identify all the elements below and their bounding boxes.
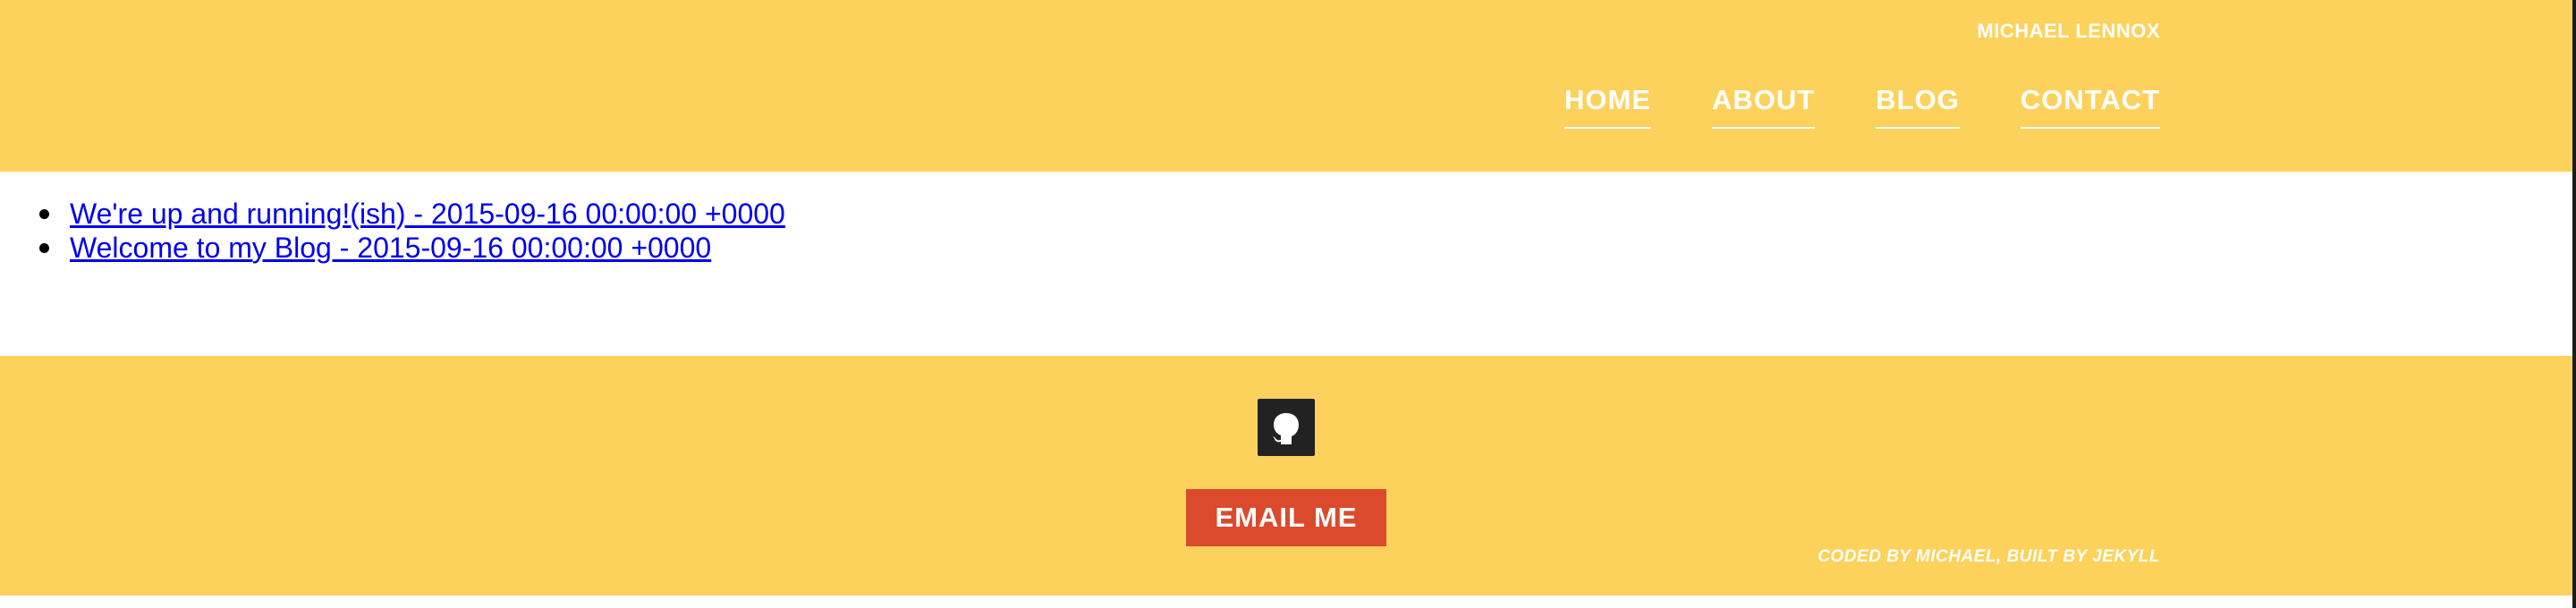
site-footer: EMAIL ME CODED BY MICHAEL, BUILT BY JEKY… (0, 356, 2572, 595)
bullet-icon (39, 208, 49, 219)
nav-contact-link[interactable]: CONTACT (2020, 82, 2160, 129)
bullet-icon (39, 242, 49, 253)
github-octocat-icon (1273, 413, 1299, 444)
footer-credits: CODED BY MICHAEL, BUILT BY JEKYLL (1818, 547, 2160, 566)
site-name[interactable]: MICHAEL LENNOX (1977, 20, 2160, 43)
nav-home-link[interactable]: HOME (1563, 82, 1651, 129)
post-link[interactable]: We're up and running!(ish) - 2015-09-16 … (70, 198, 785, 231)
list-item: Welcome to my Blog - 2015-09-16 00:00:00… (39, 231, 785, 265)
email-me-button[interactable]: EMAIL ME (1186, 489, 1386, 546)
main-nav: HOME ABOUT BLOG CONTACT (1563, 82, 2160, 129)
github-link[interactable] (1258, 399, 1315, 456)
post-list: We're up and running!(ish) - 2015-09-16 … (39, 197, 785, 265)
page: MICHAEL LENNOX HOME ABOUT BLOG CONTACT W… (0, 0, 2576, 608)
site-header: MICHAEL LENNOX HOME ABOUT BLOG CONTACT (0, 0, 2572, 172)
main-content: We're up and running!(ish) - 2015-09-16 … (0, 172, 2572, 356)
nav-about-link[interactable]: ABOUT (1711, 82, 1816, 129)
list-item: We're up and running!(ish) - 2015-09-16 … (39, 197, 785, 231)
bottom-divider (0, 595, 2572, 608)
post-link[interactable]: Welcome to my Blog - 2015-09-16 00:00:00… (70, 232, 711, 265)
nav-blog-link[interactable]: BLOG (1876, 82, 1960, 129)
